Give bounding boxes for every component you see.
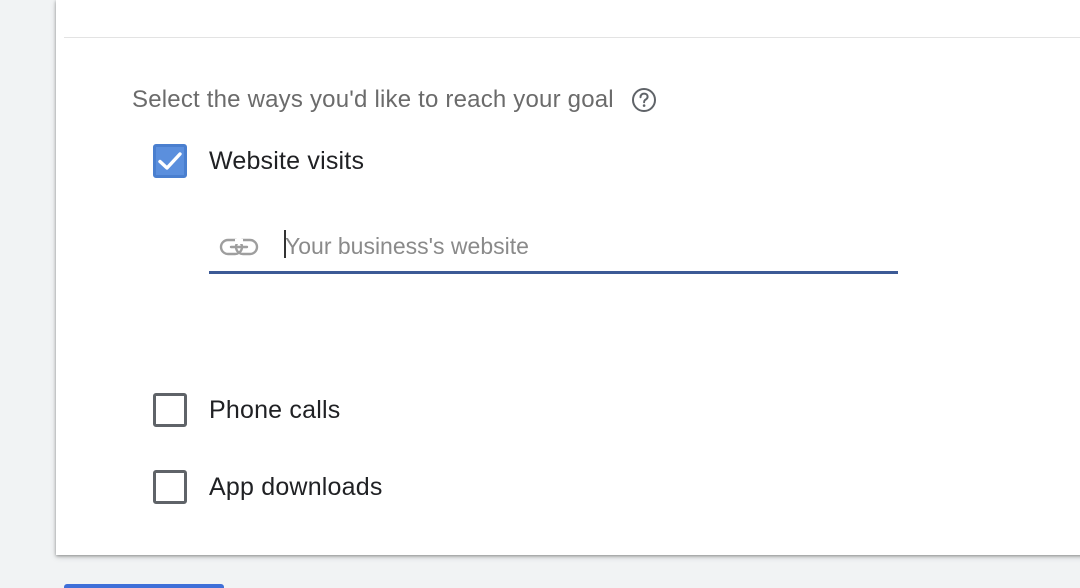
option-app-downloads[interactable]: App downloads bbox=[153, 470, 383, 504]
website-visits-checkbox[interactable] bbox=[153, 144, 187, 178]
section-divider bbox=[64, 37, 1080, 38]
phone-calls-label: Phone calls bbox=[209, 395, 341, 424]
app-downloads-checkbox[interactable] bbox=[153, 470, 187, 504]
help-icon[interactable] bbox=[630, 86, 658, 114]
phone-calls-checkbox[interactable] bbox=[153, 393, 187, 427]
section-heading-text: Select the ways you'd like to reach your… bbox=[132, 86, 614, 113]
option-phone-calls[interactable]: Phone calls bbox=[153, 393, 340, 427]
website-visits-label: Website visits bbox=[209, 146, 365, 175]
next-button[interactable] bbox=[64, 584, 224, 588]
website-url-field[interactable] bbox=[209, 222, 898, 274]
option-website-visits[interactable]: Website visits bbox=[153, 144, 364, 178]
app-downloads-label: App downloads bbox=[209, 472, 383, 501]
page: Select the ways you'd like to reach your… bbox=[0, 0, 1080, 588]
checkmark-icon bbox=[158, 152, 182, 170]
text-caret bbox=[284, 230, 286, 258]
link-icon bbox=[219, 235, 259, 259]
website-url-input[interactable] bbox=[285, 233, 885, 260]
section-heading: Select the ways you'd like to reach your… bbox=[132, 86, 658, 114]
